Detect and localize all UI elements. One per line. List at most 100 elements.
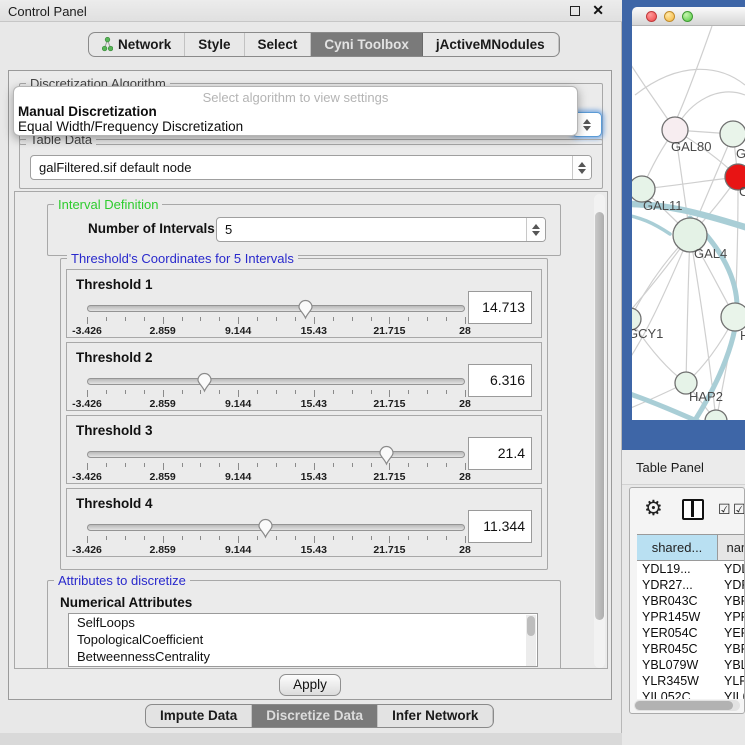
network-node[interactable] (721, 303, 745, 331)
attribute-list-item[interactable]: SelfLoops (69, 614, 537, 631)
cell-shared-name[interactable]: YDR27... (637, 577, 718, 593)
cell-name[interactable]: YLR345W (718, 673, 744, 689)
close-traffic-light-icon[interactable] (646, 11, 657, 22)
network-node[interactable] (720, 121, 745, 147)
column-header-name[interactable]: name (718, 535, 745, 560)
number-of-intervals-value: 5 (225, 222, 232, 237)
table-row[interactable]: YDL19... YDL19... (637, 561, 744, 577)
attribute-list-item[interactable]: BetweennessCentrality (69, 648, 537, 665)
tab[interactable]: Cyni Toolbox (311, 33, 423, 56)
network-edge (642, 177, 738, 189)
slider-track[interactable] (87, 451, 465, 458)
zoom-traffic-light-icon[interactable] (682, 11, 693, 22)
threshold-value-field[interactable]: 14.713 (468, 291, 532, 324)
bottom-tab[interactable]: Infer Network (378, 705, 493, 727)
tab[interactable]: Style (185, 33, 244, 56)
split-columns-icon[interactable] (682, 499, 704, 520)
table-horizontal-scrollbar[interactable] (634, 700, 740, 711)
cell-shared-name[interactable]: YER054C (637, 625, 718, 641)
threshold-slider[interactable]: -3.4262.8599.14415.4321.71528 (87, 517, 465, 555)
table-row[interactable]: YBL079W YBL079W (637, 657, 744, 673)
network-view-canvas[interactable]: GAL80GACGAL11GAL4GCY1HHAP2 (632, 26, 745, 420)
combobox-stepper[interactable] (572, 156, 591, 179)
settings-scrollpane: Interval Definition Number of Intervals … (14, 191, 608, 669)
close-icon[interactable]: ✕ (592, 2, 604, 19)
combobox-stepper[interactable] (526, 218, 545, 241)
threshold-slider[interactable]: -3.4262.8599.14415.4321.71528 (87, 444, 465, 482)
cell-name[interactable]: YER054C (718, 625, 744, 641)
panel-title: Control Panel (8, 4, 87, 19)
cell-name[interactable]: YIL052C (718, 689, 744, 699)
slider-track[interactable] (87, 305, 465, 312)
bottom-tab[interactable]: Impute Data (146, 705, 252, 727)
cell-name[interactable]: YPR145W (718, 609, 744, 625)
table-row[interactable]: YDR27... YDR27... (637, 577, 744, 593)
cell-shared-name[interactable]: YBL079W (637, 657, 718, 673)
column-header-shared-name[interactable]: shared... (637, 535, 718, 560)
cell-shared-name[interactable]: YPR145W (637, 609, 718, 625)
threshold-panel: Threshold 3 -3.4262.8599 (66, 415, 542, 484)
table-row[interactable]: YIL052C YIL052C (637, 689, 744, 699)
select-columns-icon[interactable]: ☑ (718, 501, 731, 518)
slider-tick (371, 536, 372, 540)
table-row[interactable]: YBR045C YBR045C (637, 641, 744, 657)
slider-tick (427, 536, 428, 540)
slider-tick (371, 317, 372, 321)
table-row[interactable]: YPR145W YPR145W (637, 609, 744, 625)
number-of-intervals-label: Number of Intervals (88, 221, 215, 236)
tab[interactable]: Network (89, 33, 185, 56)
slider-tick (257, 463, 258, 467)
slider-tick (238, 317, 239, 324)
cell-name[interactable]: YBR043C (718, 593, 744, 609)
bottom-tab[interactable]: Discretize Data (252, 705, 378, 727)
slider-tick (276, 317, 277, 321)
cell-name[interactable]: YBR045C (718, 641, 744, 657)
attributes-scrollbar[interactable] (526, 615, 536, 667)
cell-name[interactable]: YDL19... (718, 561, 744, 577)
scrollbar-thumb[interactable] (527, 616, 535, 636)
threshold-value-field[interactable]: 21.4 (468, 437, 532, 470)
bottom-tab-label: Infer Network (392, 708, 478, 723)
table-row[interactable]: YLR345W YLR345W (637, 673, 744, 689)
minimize-traffic-light-icon[interactable] (664, 11, 675, 22)
algorithm-option-manual[interactable]: Manual Discretization (18, 104, 157, 119)
slider-tick (144, 536, 145, 540)
gear-icon[interactable]: ⚙ (644, 496, 663, 521)
network-graph: GAL80GACGAL11GAL4GCY1HHAP2 (632, 26, 745, 420)
table-row[interactable]: YER054C YER054C (637, 625, 744, 641)
select-all-icon[interactable]: ☑ (733, 501, 745, 518)
slider-track[interactable] (87, 524, 465, 531)
threshold-value-field[interactable]: 11.344 (468, 510, 532, 543)
network-edge-thick (632, 214, 670, 234)
tab[interactable]: jActiveMNodules (423, 33, 559, 56)
threshold-slider[interactable]: -3.4262.8599.14415.4321.71528 (87, 371, 465, 409)
table-row[interactable]: YBR043C YBR043C (637, 593, 744, 609)
cell-shared-name[interactable]: YIL052C (637, 689, 718, 699)
threshold-slider[interactable]: -3.4262.8599.14415.4321.71528 (87, 298, 465, 336)
apply-button[interactable]: Apply (279, 674, 341, 696)
cell-name[interactable]: YBL079W (718, 657, 744, 673)
cell-shared-name[interactable]: YLR345W (637, 673, 718, 689)
slider-tick (389, 463, 390, 470)
scrollbar-thumb[interactable] (635, 701, 733, 710)
slider-track[interactable] (87, 378, 465, 385)
cell-shared-name[interactable]: YDL19... (637, 561, 718, 577)
cell-name[interactable]: YDR27... (718, 577, 744, 593)
float-window-icon[interactable] (570, 6, 580, 16)
slider-tick-label: 2.859 (149, 398, 175, 410)
slider-tick-label: 9.144 (225, 398, 251, 410)
network-window-titlebar[interactable] (632, 7, 745, 26)
settings-vertical-scrollbar[interactable] (594, 194, 605, 668)
tab[interactable]: Select (245, 33, 312, 56)
attribute-list-item[interactable]: TopologicalCoefficient (69, 631, 537, 648)
cell-shared-name[interactable]: YBR045C (637, 641, 718, 657)
threshold-value-field[interactable]: 6.316 (468, 364, 532, 397)
slider-tick (219, 536, 220, 540)
scrollbar-thumb[interactable] (595, 212, 604, 620)
numerical-attributes-list[interactable]: SelfLoops TopologicalCoefficient Between… (68, 613, 538, 667)
table-data-combobox[interactable]: galFiltered.sif default node (30, 155, 592, 180)
algorithm-placeholder-option[interactable]: Select algorithm to view settings (14, 90, 577, 105)
cell-shared-name[interactable]: YBR043C (637, 593, 718, 609)
algorithm-option-equal-width[interactable]: Equal Width/Frequency Discretization (18, 119, 243, 134)
number-of-intervals-combobox[interactable]: 5 (216, 217, 546, 242)
